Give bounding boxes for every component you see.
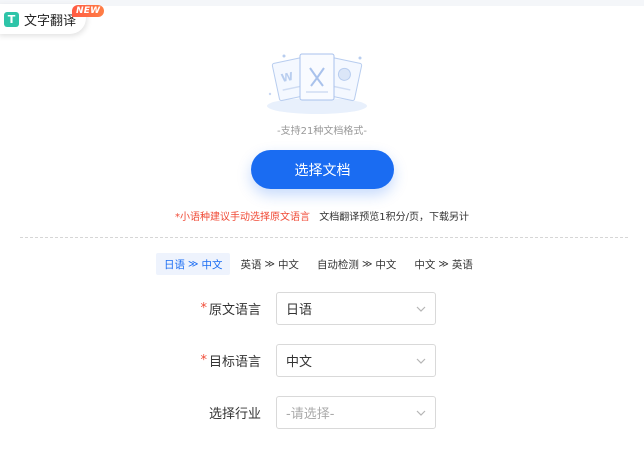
- select-placeholder: -请选择-: [286, 407, 335, 422]
- select-value: 日语: [286, 303, 313, 318]
- double-arrow-icon: ≫: [264, 258, 275, 270]
- new-badge: NEW: [72, 5, 105, 17]
- pair-to: 中文: [277, 258, 299, 271]
- divider: [20, 237, 628, 238]
- pair-auto-zh[interactable]: 自动检测 ≫ 中文: [309, 253, 404, 275]
- text-translate-icon: T: [4, 11, 19, 27]
- pricing-note: 文档翻译预览1积分/页，下载另计: [319, 212, 469, 223]
- select-value: 中文: [286, 355, 313, 370]
- pair-en-zh[interactable]: 英语 ≫ 中文: [232, 253, 306, 275]
- double-arrow-icon: ≫: [188, 258, 199, 270]
- target-language-row: * 目标语言 中文: [0, 344, 644, 377]
- pair-from: 自动检测: [316, 258, 359, 271]
- document-formats-illustration: W: [267, 53, 367, 114]
- pair-from: 日语: [164, 258, 185, 271]
- notice-line: *小语种建议手动选择原文语言 文档翻译预览1积分/页，下载另计: [0, 208, 644, 223]
- minor-language-tip: *小语种建议手动选择原文语言: [175, 212, 311, 223]
- label-text: 选择行业: [208, 407, 261, 422]
- double-arrow-icon: ≫: [438, 258, 449, 270]
- target-language-label: * 目标语言: [200, 344, 261, 377]
- label-text: 原文语言: [208, 303, 261, 318]
- label-text: 目标语言: [208, 355, 261, 370]
- industry-row: 选择行业 -请选择-: [0, 396, 644, 429]
- pair-ja-zh[interactable]: 日语 ≫ 中文: [156, 253, 231, 275]
- pair-to: 中文: [201, 258, 223, 271]
- source-language-row: * 原文语言 日语: [0, 292, 644, 325]
- chevron-down-icon: [416, 306, 426, 312]
- target-language-select[interactable]: 中文: [276, 344, 436, 377]
- select-document-button[interactable]: 选择文档: [251, 150, 394, 189]
- supported-formats-text: -支持21种文档格式-: [277, 126, 367, 137]
- pair-from: 中文: [414, 258, 436, 271]
- source-language-select[interactable]: 日语: [276, 292, 436, 325]
- chevron-down-icon: [416, 358, 426, 364]
- pair-to: 中文: [375, 258, 397, 271]
- pair-zh-en[interactable]: 中文 ≫ 英语: [406, 253, 480, 275]
- industry-select[interactable]: -请选择-: [276, 396, 436, 429]
- quick-language-pairs: 日语 ≫ 中文 英语 ≫ 中文 自动检测 ≫ 中文 中文 ≫ 英语: [156, 253, 481, 275]
- chevron-down-icon: [416, 410, 426, 416]
- pair-from: 英语: [240, 258, 262, 271]
- double-arrow-icon: ≫: [361, 258, 373, 270]
- tab-label: 文字翻译: [24, 13, 77, 29]
- required-mark: *: [200, 353, 207, 368]
- required-mark: *: [200, 301, 207, 316]
- industry-label: 选择行业: [209, 396, 261, 429]
- pair-to: 英语: [451, 258, 473, 271]
- source-language-label: * 原文语言: [200, 292, 261, 325]
